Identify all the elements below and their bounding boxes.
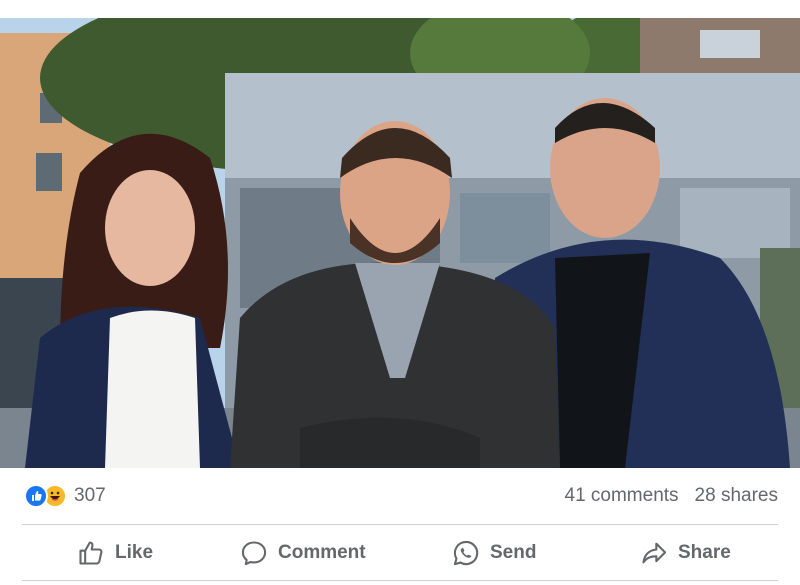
comment-label: Comment (278, 541, 366, 563)
whatsapp-icon (453, 540, 479, 565)
like-label: Like (115, 541, 154, 563)
engagement-counts: 41 comments 28 shares (549, 484, 779, 508)
shares-count-link[interactable]: 28 shares (695, 485, 778, 507)
post-action-bar: Like Comment Send Share (0, 525, 800, 580)
divider (22, 580, 778, 581)
like-button[interactable]: Like (77, 525, 153, 580)
send-button[interactable]: Send (452, 525, 536, 580)
send-label: Send (490, 541, 537, 563)
post-stats: 307 41 comments 28 shares (0, 468, 800, 525)
comment-button[interactable]: Comment (240, 525, 366, 580)
comments-count-link[interactable]: 41 comments (565, 485, 679, 507)
post-photo[interactable] (0, 18, 800, 468)
share-arrow-icon (642, 542, 667, 563)
thumbs-up-icon (79, 540, 103, 565)
comment-bubble-icon (241, 540, 267, 565)
like-icon (24, 484, 48, 508)
post-photo-illustration (0, 18, 800, 468)
reaction-count: 307 (74, 485, 106, 506)
reactions-summary[interactable]: 307 (24, 484, 106, 508)
post-card: 307 41 comments 28 shares Like Comment S… (0, 0, 800, 585)
share-button[interactable]: Share (640, 525, 731, 580)
share-label: Share (678, 541, 731, 563)
